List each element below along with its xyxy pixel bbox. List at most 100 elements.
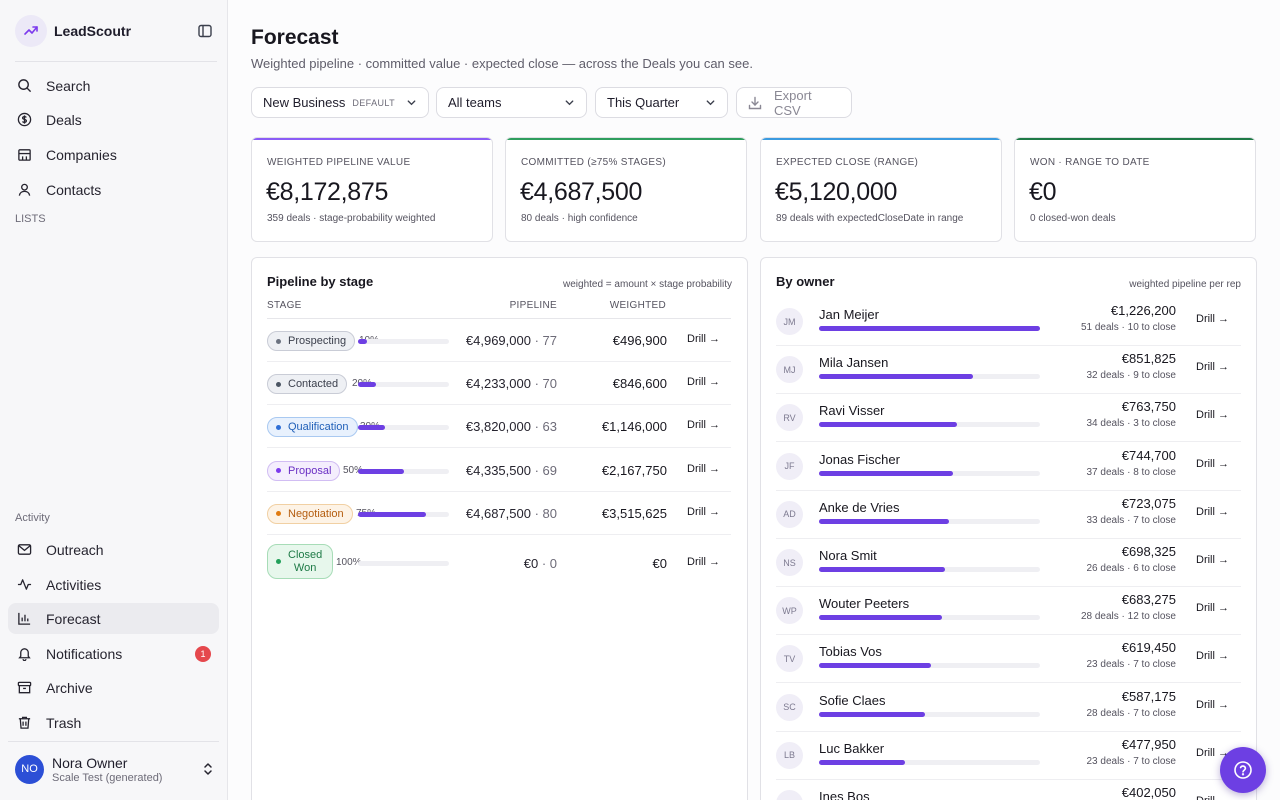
help-circle-icon	[1233, 760, 1253, 780]
stage-badge[interactable]: Negotiation	[267, 503, 353, 524]
owner-avatar: NS	[776, 549, 803, 576]
nav-archive[interactable]: Archive	[8, 672, 219, 703]
owner-avatar: MJ	[776, 356, 803, 384]
drill-link[interactable]: Drill →	[687, 419, 720, 431]
owner-name: Sofie Claes	[819, 692, 886, 708]
status-dot	[276, 559, 281, 564]
owner-name: Tobias Vos	[819, 644, 882, 660]
owner-weighted-amount: €698,325	[1121, 544, 1176, 559]
app-name[interactable]: LeadScoutr	[54, 23, 131, 39]
pipeline-select[interactable]: New Business DEFAULT	[251, 87, 429, 118]
pipeline-amount: €4,969,000 · 77	[466, 333, 557, 348]
nav-forecast[interactable]: Forecast	[8, 603, 219, 634]
sidebar-toggle-icon[interactable]	[195, 21, 215, 41]
owner-weighted-amount: €619,450	[1121, 640, 1176, 656]
pipeline-amount: €4,335,500 · 69	[466, 463, 557, 478]
period-select[interactable]: This Quarter	[595, 87, 728, 118]
owner-avatar: SC	[776, 693, 803, 721]
owner-name: Wouter Peeters	[819, 596, 910, 612]
drill-link[interactable]: Drill →	[1196, 458, 1229, 470]
help-button[interactable]	[1220, 747, 1266, 793]
owner-row: SC Sofie Claes €587,175 28 deals · 7 to clo…	[776, 684, 1241, 732]
mail-icon	[16, 542, 32, 558]
owner-share-bar-fill	[819, 759, 906, 765]
stage-badge[interactable]: Proposal	[267, 460, 341, 481]
activity-label: Activity	[15, 512, 50, 524]
brand: LeadScoutr	[15, 15, 215, 47]
drill-link[interactable]: Drill →	[1196, 313, 1229, 325]
stage-badge[interactable]: Contacted	[267, 374, 348, 395]
trending-up-icon[interactable]	[15, 15, 47, 47]
drill-link[interactable]: Drill →	[687, 376, 720, 388]
drill-link[interactable]: Drill →	[687, 556, 720, 568]
stage-name: Closed Won	[288, 548, 323, 574]
nav-notifications[interactable]: Notifications 1	[8, 638, 219, 669]
chevron-down-icon	[563, 97, 575, 109]
archive-icon	[16, 680, 32, 696]
drill-link[interactable]: Drill →	[1196, 554, 1229, 566]
owner-row: AD Anke de Vries €723,075 33 deals · 7 to c…	[776, 491, 1241, 539]
probability-bar	[358, 511, 449, 517]
column-header-stage: STAGE	[267, 300, 302, 311]
export-csv-label: Export CSV	[774, 87, 812, 118]
drill-link[interactable]: Drill →	[687, 506, 720, 518]
panel-note: weighted pipeline per rep	[1129, 279, 1241, 290]
kpi-won: WON · RANGE TO DATE €0 0 closed-won deal…	[1014, 137, 1256, 242]
drill-link[interactable]: Drill →	[1196, 361, 1229, 373]
drill-link[interactable]: Drill →	[687, 333, 720, 345]
chevron-down-icon	[704, 97, 716, 109]
nav-outreach[interactable]: Outreach	[8, 534, 219, 565]
owner-deal-meta: 23 deals · 7 to close	[1086, 659, 1177, 671]
owner-avatar: WP	[776, 597, 803, 625]
nav-contacts[interactable]: Contacts	[8, 174, 219, 205]
nav-search[interactable]: Search	[8, 70, 219, 101]
user-menu[interactable]: NO Nora Owner Scale Test (generated)	[15, 753, 215, 785]
owner-name: Nora Smit	[819, 548, 877, 563]
owner-share-bar	[819, 422, 1040, 428]
kpi-committed: COMMITTED (≥75% STAGES) €4,687,500 80 de…	[505, 137, 747, 242]
stage-badge[interactable]: Qualification	[267, 417, 358, 438]
nav-deals[interactable]: Deals	[8, 104, 219, 135]
owner-share-bar-fill	[819, 567, 945, 572]
owner-row: JM Jan Meijer €1,226,200 51 deals · 10 to c…	[776, 298, 1241, 346]
owner-deal-meta: 28 deals · 12 to close	[1080, 611, 1176, 623]
drill-link[interactable]: Drill →	[1196, 602, 1229, 614]
stage-badge[interactable]: Prospecting	[267, 331, 356, 351]
nav-label: Trash	[46, 714, 82, 731]
drill-link[interactable]: Drill →	[1196, 650, 1229, 662]
stage-row: Prospecting10%€4,969,000 · 77€496,900Dri…	[267, 319, 731, 362]
drill-link[interactable]: Drill →	[1196, 506, 1229, 518]
owner-share-bar	[819, 615, 1040, 621]
chevron-down-icon	[405, 97, 417, 109]
stage-badge[interactable]: Closed Won	[267, 544, 334, 579]
owner-share-bar	[819, 374, 1040, 380]
probability-bar	[358, 468, 449, 474]
panel-note: weighted = amount × stage probability	[563, 279, 732, 290]
owner-name: Luc Bakker	[819, 740, 885, 756]
nav-companies[interactable]: Companies	[8, 139, 219, 170]
pipeline-amount: €4,687,500 · 80	[466, 506, 557, 521]
probability-bar-fill	[358, 382, 377, 388]
drill-link[interactable]: Drill →	[1196, 409, 1229, 421]
owner-row: TV Tobias Vos €619,450 23 deals · 7 to clos…	[776, 635, 1241, 684]
teams-select[interactable]: All teams	[436, 87, 587, 118]
drill-link[interactable]: Drill →	[1196, 699, 1229, 711]
kpi-value: €5,120,000	[775, 178, 898, 206]
owner-avatar: AD	[776, 500, 803, 528]
nav-trash[interactable]: Trash	[8, 707, 219, 738]
nav-activities[interactable]: Activities	[8, 569, 219, 600]
by-owner-panel: By owner weighted pipeline per rep JM Jan…	[760, 257, 1257, 800]
owner-share-bar-fill	[819, 518, 950, 524]
owner-avatar: LB	[776, 741, 803, 769]
owner-weighted-amount: €744,700	[1121, 447, 1176, 463]
kpi-value: €8,172,875	[266, 178, 389, 206]
owner-share-bar-fill	[819, 711, 925, 717]
deal-count: · 80	[534, 505, 557, 521]
divider	[15, 61, 217, 62]
drill-link[interactable]: Drill →	[687, 463, 720, 475]
pipeline-by-stage-panel: Pipeline by stage weighted = amount × st…	[251, 257, 748, 800]
drill-link[interactable]: Drill →	[1196, 795, 1229, 800]
deal-count: · 0	[541, 556, 557, 571]
export-csv-button[interactable]: Export CSV	[736, 87, 852, 118]
owner-share-bar	[819, 663, 1040, 669]
